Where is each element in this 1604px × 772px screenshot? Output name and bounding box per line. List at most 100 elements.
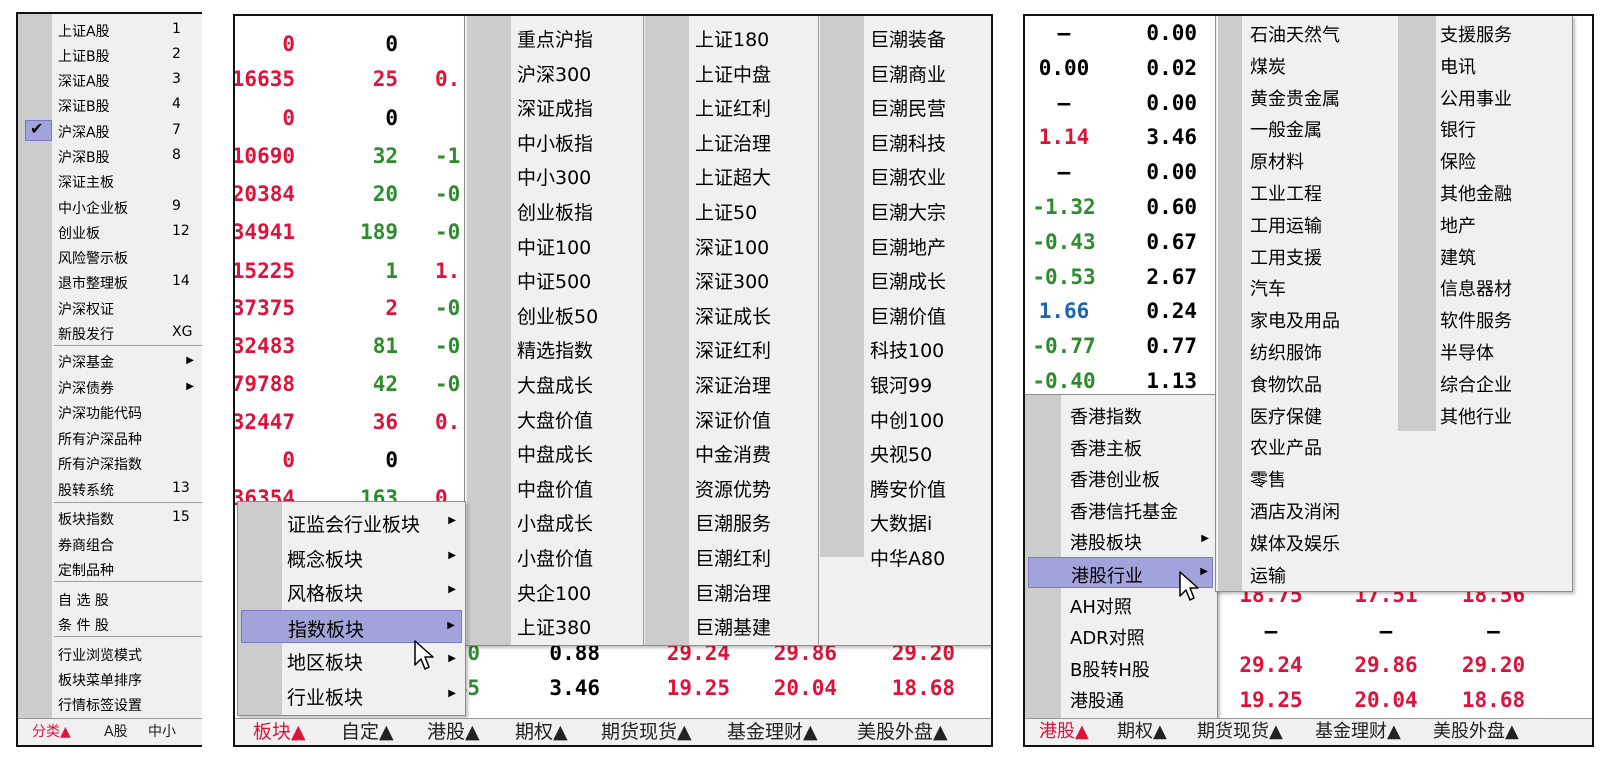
index-item[interactable]: 小盘价值 bbox=[513, 540, 641, 572]
index-item[interactable]: 巨潮治理 bbox=[691, 575, 816, 607]
index-item[interactable]: 创业板指 bbox=[513, 194, 641, 226]
index-item[interactable]: 上证380 bbox=[513, 609, 641, 641]
industry-item[interactable]: 黄金贵金属 bbox=[1244, 82, 1394, 112]
menu-item[interactable]: 新股发行 XG bbox=[18, 319, 202, 346]
tab-5[interactable]: 基金理财▲ bbox=[727, 720, 818, 744]
industry-item[interactable]: 医疗保健 bbox=[1244, 400, 1394, 430]
industry-item[interactable]: 建筑 bbox=[1438, 241, 1570, 271]
menu-item[interactable]: 沪深债券 ▶ bbox=[18, 373, 202, 400]
index-item[interactable]: 深证红利 bbox=[691, 332, 816, 364]
industry-item[interactable]: 工业工程 bbox=[1244, 177, 1394, 207]
industry-item[interactable]: 一般金属 bbox=[1244, 113, 1394, 143]
tab-4[interactable]: 美股外盘▲ bbox=[1433, 720, 1519, 744]
index-item[interactable]: 重点沪指 bbox=[513, 21, 641, 53]
index-item[interactable]: 巨潮地产 bbox=[866, 229, 991, 261]
tab-2[interactable]: 港股▲ bbox=[427, 720, 480, 744]
index-item[interactable]: 腾安价值 bbox=[866, 471, 991, 503]
menu-item[interactable]: 所有沪深品种 bbox=[18, 424, 202, 451]
index-item[interactable]: 中金消费 bbox=[691, 436, 816, 468]
industry-item[interactable]: 信息器材 bbox=[1438, 272, 1570, 302]
hk-menu-item[interactable]: B股转H股 bbox=[1028, 652, 1213, 683]
menu-item[interactable]: 所有沪深指数 bbox=[18, 449, 202, 476]
hk-menu-item[interactable]: 香港信托基金 bbox=[1028, 494, 1213, 525]
menu-item[interactable]: 券商组合 bbox=[18, 530, 202, 557]
index-item[interactable]: 中证100 bbox=[513, 229, 641, 261]
index-item[interactable]: 巨潮农业 bbox=[866, 159, 991, 191]
tab-1[interactable]: A股 bbox=[104, 720, 128, 744]
index-item[interactable]: 巨潮红利 bbox=[691, 540, 816, 572]
index-item[interactable]: 大数据i bbox=[866, 505, 991, 537]
menu-item[interactable]: 行业浏览模式 bbox=[18, 640, 202, 667]
index-item[interactable]: 深证成指 bbox=[513, 90, 641, 122]
index-item[interactable]: 深证治理 bbox=[691, 367, 816, 399]
industry-item[interactable]: 支援服务 bbox=[1438, 18, 1570, 48]
industry-item[interactable]: 综合企业 bbox=[1438, 368, 1570, 398]
hk-menu-item[interactable]: 香港指数 bbox=[1028, 399, 1213, 430]
index-item[interactable]: 科技100 bbox=[866, 332, 991, 364]
index-item[interactable]: 上证180 bbox=[691, 21, 816, 53]
index-item[interactable]: 创业板50 bbox=[513, 298, 641, 330]
hk-menu-item[interactable]: 香港主板 bbox=[1028, 431, 1213, 462]
tab-3[interactable]: 基金理财▲ bbox=[1315, 720, 1401, 744]
index-item[interactable]: 央企100 bbox=[513, 575, 641, 607]
industry-item[interactable]: 其他行业 bbox=[1438, 400, 1570, 430]
tab-6[interactable]: 美股外盘▲ bbox=[857, 720, 948, 744]
industry-item[interactable]: 纺织服饰 bbox=[1244, 336, 1394, 366]
industry-item[interactable]: 酒店及消闲 bbox=[1244, 495, 1394, 525]
index-item[interactable]: 精选指数 bbox=[513, 332, 641, 364]
index-item[interactable]: 资源优势 bbox=[691, 471, 816, 503]
industry-item[interactable]: 保险 bbox=[1438, 145, 1570, 175]
hk-menu-item[interactable]: 港股板块 ▶ bbox=[1028, 525, 1213, 556]
hk-menu-item[interactable]: 香港创业板 bbox=[1028, 462, 1213, 493]
menu-item[interactable]: 退市整理板 14 bbox=[18, 268, 202, 295]
menu-item[interactable]: 沪深B股 8 bbox=[18, 142, 202, 169]
index-item[interactable]: 深证300 bbox=[691, 263, 816, 295]
industry-item[interactable]: 农业产品 bbox=[1244, 431, 1394, 461]
index-item[interactable]: 巨潮商业 bbox=[866, 56, 991, 88]
tab-1[interactable]: 期权▲ bbox=[1117, 720, 1167, 744]
sector-item[interactable]: 行业板块 ▶ bbox=[241, 679, 462, 712]
tab-0[interactable]: 板块▲ bbox=[253, 720, 306, 744]
menu-item[interactable]: 风险警示板 bbox=[18, 243, 202, 270]
index-item[interactable]: 中华A80 bbox=[866, 540, 991, 572]
sector-item[interactable]: 风格板块 ▶ bbox=[241, 575, 462, 608]
menu-item[interactable]: 板块菜单排序 bbox=[18, 665, 202, 692]
index-item[interactable]: 深证成长 bbox=[691, 298, 816, 330]
menu-item[interactable]: 条 件 股 bbox=[18, 610, 202, 637]
index-item[interactable]: 中小板指 bbox=[513, 125, 641, 157]
industry-item[interactable]: 工用支援 bbox=[1244, 241, 1394, 271]
industry-item[interactable]: 软件服务 bbox=[1438, 304, 1570, 334]
industry-item[interactable]: 煤炭 bbox=[1244, 50, 1394, 80]
menu-item[interactable]: 深证A股 3 bbox=[18, 66, 202, 93]
tab-0[interactable]: 港股▲ bbox=[1039, 720, 1089, 744]
menu-item[interactable]: 行情标签设置 bbox=[18, 690, 202, 717]
index-item[interactable]: 中盘价值 bbox=[513, 471, 641, 503]
menu-item[interactable]: 中小企业板 9 bbox=[18, 193, 202, 220]
industry-item[interactable]: 半导体 bbox=[1438, 336, 1570, 366]
index-item[interactable]: 上证50 bbox=[691, 194, 816, 226]
industry-item[interactable]: 工用运输 bbox=[1244, 209, 1394, 239]
tab-3[interactable]: 期权▲ bbox=[515, 720, 568, 744]
industry-item[interactable]: 零售 bbox=[1244, 463, 1394, 493]
hk-menu-item[interactable]: ADR对照 bbox=[1028, 620, 1213, 651]
index-item[interactable]: 巨潮成长 bbox=[866, 263, 991, 295]
menu-item[interactable]: 深证主板 bbox=[18, 167, 202, 194]
industry-item[interactable]: 电讯 bbox=[1438, 50, 1570, 80]
tab-2[interactable]: 期货现货▲ bbox=[1197, 720, 1283, 744]
menu-item[interactable]: 沪深基金 ▶ bbox=[18, 347, 202, 374]
tab-0[interactable]: 分类▲ bbox=[32, 720, 71, 744]
industry-item[interactable]: 原材料 bbox=[1244, 145, 1394, 175]
industry-item[interactable]: 公用事业 bbox=[1438, 82, 1570, 112]
tab-4[interactable]: 期货现货▲ bbox=[601, 720, 692, 744]
index-item[interactable]: 巨潮基建 bbox=[691, 609, 816, 641]
industry-item[interactable]: 家电及用品 bbox=[1244, 304, 1394, 334]
index-item[interactable]: 沪深300 bbox=[513, 56, 641, 88]
index-item[interactable]: 巨潮大宗 bbox=[866, 194, 991, 226]
menu-item[interactable]: 上证A股 1 bbox=[18, 16, 202, 43]
index-item[interactable]: 中盘成长 bbox=[513, 436, 641, 468]
index-item[interactable]: 巨潮装备 bbox=[866, 21, 991, 53]
menu-item[interactable]: 自 选 股 bbox=[18, 585, 202, 612]
industry-item[interactable]: 运输 bbox=[1244, 559, 1394, 589]
industry-item[interactable]: 石油天然气 bbox=[1244, 18, 1394, 48]
menu-item[interactable]: 定制品种 bbox=[18, 555, 202, 582]
